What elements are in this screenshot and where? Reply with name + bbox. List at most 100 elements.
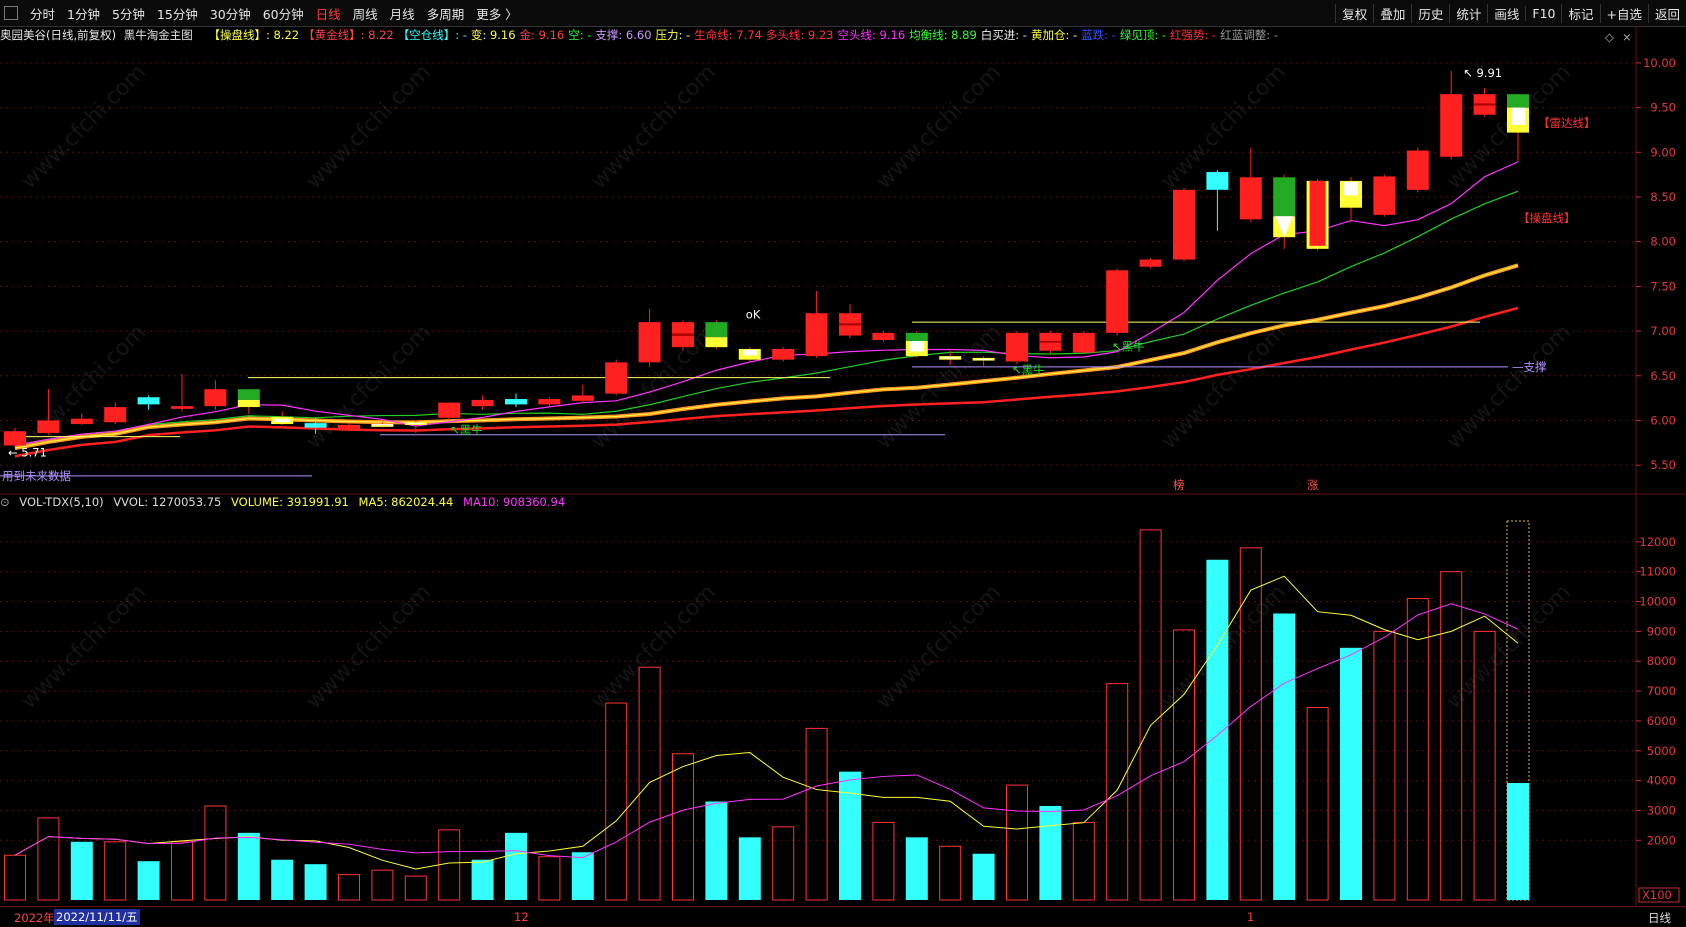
volume-bar: [304, 864, 327, 900]
volume-bar: [1006, 784, 1028, 901]
volume-bar: [738, 837, 761, 900]
volume-bar: [404, 875, 427, 901]
volume-bar: [271, 859, 294, 900]
price-tick-label: 7.00: [1650, 324, 1676, 338]
volume-bar: [672, 753, 694, 901]
month-label-12: 12: [514, 910, 529, 924]
watermark: www.cfchi.com: [587, 60, 721, 194]
watermark: www.cfchi.com: [17, 580, 151, 714]
candle-body: [1039, 340, 1062, 343]
candle-body: [1473, 103, 1496, 106]
vol-ma10: MA10: 908360.94: [463, 495, 566, 509]
candle-body: [1006, 332, 1028, 362]
candle-body: [1373, 176, 1396, 215]
price-tick-label: 5.50: [1650, 458, 1676, 472]
candle-body: [1507, 94, 1529, 108]
candle-core: [274, 419, 291, 422]
candle-body: [605, 362, 628, 394]
volume-bar: [872, 821, 895, 901]
volume-bar: [1039, 805, 1062, 900]
volume-bar: [1373, 630, 1396, 901]
watermark: www.cfchi.com: [17, 60, 151, 194]
volume-bar: [772, 826, 795, 901]
candle-core: [1344, 181, 1358, 196]
candle-body: [1173, 189, 1195, 260]
volume-bar: [338, 874, 360, 901]
vol-tick-label: 8000: [1647, 654, 1676, 668]
volume-bar: [204, 805, 227, 901]
candle-body: [70, 418, 93, 425]
vol-tick-label: 2000: [1647, 833, 1676, 847]
volume-bar: [1206, 559, 1229, 900]
candle-body: [338, 424, 360, 430]
vol-tick-label: 7000: [1647, 684, 1676, 698]
volume-bar: [571, 852, 594, 900]
black-bull-label: ↖黑牛: [1112, 340, 1145, 354]
low-price-label: ← 5.71: [8, 445, 47, 459]
close-icon: ×: [1622, 30, 1632, 44]
volume-bar: [538, 856, 561, 901]
volume-bar: [237, 832, 260, 900]
candle-body: [805, 313, 828, 357]
volume-bar: [4, 854, 26, 901]
ok-label: oK: [746, 308, 761, 322]
vol-ma5: MA5: 862024.44: [358, 495, 454, 509]
price-tick-label: 6.50: [1650, 369, 1676, 383]
candle-body: [304, 423, 327, 428]
watermark: www.cfchi.com: [302, 320, 436, 454]
month-label-1: 1: [1247, 910, 1255, 924]
future-data-note: 用到未来数据: [2, 469, 71, 483]
vol-indicator-name[interactable]: VOL-TDX(5,10): [19, 495, 103, 509]
volume-bar: [805, 727, 828, 901]
black-bull-label: ↖黑牛: [1012, 363, 1045, 377]
watermark: www.cfchi.com: [587, 580, 721, 714]
candle-body: [471, 399, 494, 407]
candle-core: [742, 349, 757, 356]
candle-body: [638, 322, 661, 363]
candle-body: [1440, 94, 1463, 157]
volume-bar: [37, 817, 60, 901]
candle-body: [905, 332, 928, 342]
candle-core: [407, 423, 424, 425]
watermark: www.cfchi.com: [872, 60, 1006, 194]
candle-body: [1239, 177, 1262, 220]
candle-body: [37, 420, 60, 433]
price-volume-chart[interactable]: 10.00 9.50 9.00 8.50 8.00 7.50 7.00 6.50 6.00 5.5…: [0, 0, 1686, 926]
vol-tick-label: 6000: [1647, 714, 1676, 728]
candle-body: [705, 337, 728, 348]
candle-body: [538, 399, 561, 405]
volume-bar: [1273, 613, 1296, 900]
price-tick-label: 9.50: [1650, 101, 1676, 115]
candle-body: [1072, 332, 1095, 353]
vol-tick-label: 9000: [1647, 624, 1676, 638]
watermark: www.cfchi.com: [302, 580, 436, 714]
candle-body: [237, 399, 260, 408]
vol-tick-label: 3000: [1647, 803, 1676, 817]
support-label: —支撑: [1512, 360, 1547, 374]
vol-tick-label: 4000: [1647, 774, 1676, 788]
trade-line-outer: [14, 263, 1519, 451]
volume-bar: [972, 853, 995, 900]
candle-body: [839, 323, 861, 326]
trade-line-label: 【操盘线】: [1518, 211, 1576, 225]
vol-tick-label: 5000: [1647, 744, 1676, 758]
diamond-icon: ◇: [1605, 30, 1614, 44]
volume-bar: [705, 801, 728, 900]
candle-body: [1273, 177, 1296, 217]
volume-bar: [638, 666, 661, 901]
vol-tick-label: 10000: [1639, 595, 1676, 609]
candle-core: [942, 357, 959, 359]
volume-bar: [905, 837, 928, 900]
volume-bar: [1507, 783, 1529, 900]
collapse-icon[interactable]: ⊙: [0, 495, 10, 509]
price-tick-label: 8.00: [1650, 235, 1676, 249]
price-tick-label: 7.50: [1650, 279, 1676, 293]
volume-bar: [939, 845, 962, 901]
candle-body: [237, 389, 260, 400]
high-price-label: ↖ 9.91: [1463, 66, 1502, 80]
candle-body: [672, 333, 694, 336]
period-label[interactable]: 日线: [1648, 910, 1671, 926]
candle-body: [204, 389, 227, 407]
price-tick-label: 6.00: [1650, 413, 1676, 427]
candle-body: [171, 406, 193, 409]
